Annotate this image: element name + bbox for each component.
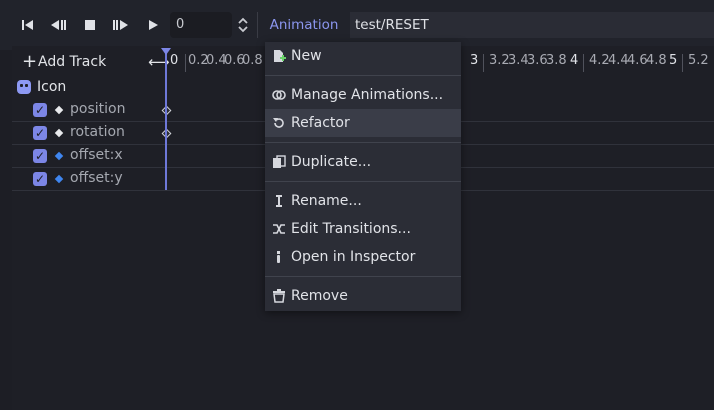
add-track-button[interactable]: +Add Track (22, 51, 106, 73)
track-enable-checkbox[interactable]: ✓ (33, 149, 47, 163)
ruler-tick-label: 4.8 (646, 53, 667, 68)
stop-button[interactable] (80, 15, 100, 35)
play-backwards-icon (51, 20, 66, 30)
animation-name-field[interactable]: test/RESET (350, 12, 714, 38)
stop-icon (85, 20, 95, 30)
play-from-start-icon (113, 20, 128, 30)
ruler-tick-label: 3.4 (508, 53, 529, 68)
menu-item-manage-animations[interactable]: Manage Animations... (265, 81, 461, 109)
menu-item-new[interactable]: New (265, 42, 461, 70)
ruler-tick-label: 0 (170, 53, 179, 68)
menu-separator (265, 181, 461, 182)
transitions-icon (272, 222, 286, 236)
duplicate-icon (272, 155, 286, 169)
plus-icon: + (22, 51, 38, 72)
ruler-tick-label: 3.2 (489, 53, 510, 68)
track-label: position (70, 101, 126, 117)
menu-item-label: Manage Animations... (291, 87, 444, 103)
frame-input[interactable]: 0 (170, 12, 232, 38)
ruler-tick (583, 54, 584, 72)
playhead-handle-icon[interactable] (161, 48, 171, 55)
frame-spinner[interactable] (236, 15, 250, 35)
track-label: rotation (70, 124, 125, 140)
menu-separator (265, 276, 461, 277)
menu-item-duplicate[interactable]: Duplicate... (265, 148, 461, 176)
left-strip (0, 50, 12, 410)
add-track-label: Add Track (38, 54, 107, 70)
play-backwards-from-end-icon (22, 20, 33, 30)
track-label: offset:y (70, 170, 123, 186)
play-backwards-from-end-button[interactable] (17, 15, 37, 35)
menu-item-open-in-inspector[interactable]: Open in Inspector (265, 243, 461, 271)
menu-item-label: Duplicate... (291, 154, 372, 170)
animation-popup-menu: New Manage Animations... Refactor Duplic… (265, 42, 461, 311)
play-from-start-button[interactable] (111, 15, 131, 35)
toolbar-separator (257, 12, 258, 38)
playhead[interactable] (165, 52, 167, 190)
menu-item-label: Rename... (291, 193, 362, 209)
animation-menu-button[interactable]: Animation (262, 12, 346, 38)
ruler-tick-label: 4.6 (627, 53, 648, 68)
manage-icon (272, 88, 286, 102)
menu-item-label: Remove (291, 288, 348, 304)
play-button[interactable] (143, 15, 163, 35)
menu-separator (265, 75, 461, 76)
menu-item-rename[interactable]: Rename... (265, 187, 461, 215)
track-enable-checkbox[interactable]: ✓ (33, 172, 47, 186)
play-icon (149, 20, 158, 30)
spin-updown-icon (238, 17, 248, 33)
menu-item-refactor[interactable]: Refactor (265, 109, 461, 137)
track-enable-checkbox[interactable]: ✓ (33, 103, 47, 117)
ruler-tick-label: 5.2 (688, 53, 709, 68)
ruler-tick (682, 54, 683, 72)
new-icon (272, 49, 286, 63)
menu-separator (265, 142, 461, 143)
menu-item-label: Edit Transitions... (291, 221, 411, 237)
ruler-tick-label: 3.8 (546, 53, 567, 68)
menu-item-label: Open in Inspector (291, 249, 416, 265)
ruler-tick-label: 3.6 (527, 53, 548, 68)
node-label: Icon (37, 79, 67, 95)
menu-item-label: New (291, 48, 322, 64)
menu-item-label: Refactor (291, 115, 350, 131)
ruler-tick-label: 5 (669, 53, 678, 68)
menu-item-edit-transitions[interactable]: Edit Transitions... (265, 215, 461, 243)
ruler-tick-label: 4.2 (589, 53, 610, 68)
refactor-icon (272, 116, 286, 130)
ruler-tick (185, 54, 186, 72)
rename-icon (272, 194, 286, 208)
play-backwards-button[interactable] (48, 15, 68, 35)
remove-icon (272, 289, 286, 303)
menu-item-remove[interactable]: Remove (265, 282, 461, 310)
ruler-tick-label: 3 (470, 53, 479, 68)
ruler-tick-label: 4.4 (608, 53, 629, 68)
inspector-icon (272, 250, 286, 264)
ruler-tick (483, 54, 484, 72)
node-icon (17, 80, 31, 94)
track-enable-checkbox[interactable]: ✓ (33, 126, 47, 140)
ruler-tick-label: 0.8 (242, 53, 263, 68)
ruler-tick-label: 4 (570, 53, 579, 68)
track-label: offset:x (70, 147, 123, 163)
